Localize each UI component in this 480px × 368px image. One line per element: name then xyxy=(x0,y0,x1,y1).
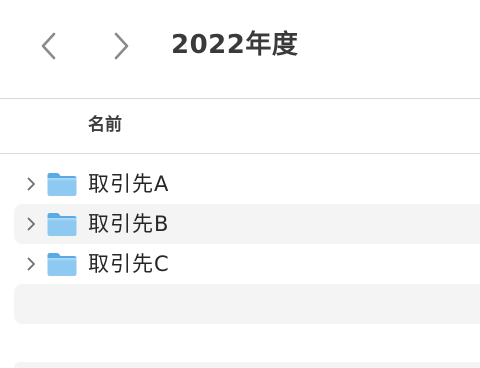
header-divider xyxy=(0,153,480,154)
list-item[interactable]: 取引先C xyxy=(14,244,480,284)
forward-button[interactable] xyxy=(99,24,143,68)
list-item-label: 取引先B xyxy=(88,212,170,236)
list-item[interactable]: 取引先B xyxy=(14,204,480,244)
column-header: 名前 xyxy=(0,99,480,153)
chevron-left-icon xyxy=(41,32,56,60)
disclosure-chevron-icon[interactable] xyxy=(24,216,38,232)
finder-window: 2022年度 名前 取引先A 取引先B 取引先C xyxy=(0,0,480,368)
disclosure-chevron-icon[interactable] xyxy=(24,176,38,192)
folder-icon xyxy=(47,173,77,196)
list-item-label: 取引先A xyxy=(88,172,170,196)
back-button[interactable] xyxy=(27,24,71,68)
chevron-right-icon xyxy=(114,32,129,60)
column-header-name[interactable]: 名前 xyxy=(88,113,122,137)
list-item[interactable]: 取引先A xyxy=(14,164,480,204)
empty-row xyxy=(14,284,480,324)
folder-icon xyxy=(47,253,77,276)
disclosure-chevron-icon[interactable] xyxy=(24,256,38,272)
folder-icon xyxy=(47,213,77,236)
window-title: 2022年度 xyxy=(171,30,299,60)
empty-row xyxy=(14,362,480,368)
toolbar: 2022年度 xyxy=(0,0,480,98)
list-item-label: 取引先C xyxy=(88,252,170,276)
